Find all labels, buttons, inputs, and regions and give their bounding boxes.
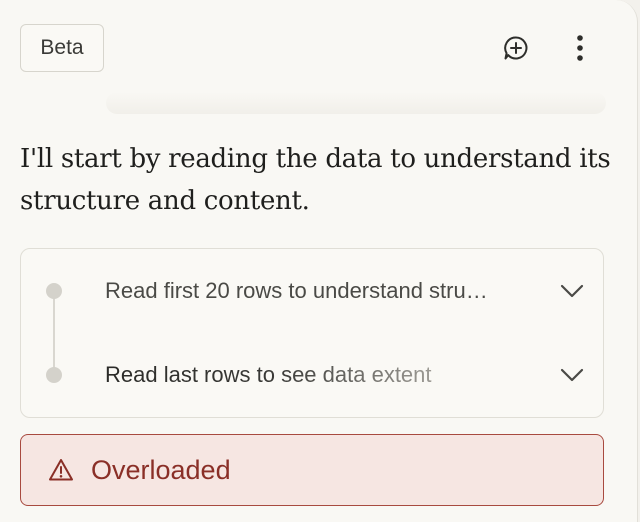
- timeline-line: [53, 293, 55, 375]
- step-label: Read last rows to see data extent: [105, 362, 535, 388]
- beta-badge: Beta: [20, 24, 104, 72]
- timeline-dot: [46, 283, 62, 299]
- timeline-dot: [46, 367, 62, 383]
- chevron-down-icon[interactable]: [559, 279, 585, 303]
- warning-icon: [47, 456, 75, 484]
- step-label: Read first 20 rows to understand stru…: [105, 278, 488, 303]
- new-chat-button[interactable]: [498, 32, 534, 64]
- error-message: Overloaded: [91, 454, 231, 485]
- step-item-read-first-rows[interactable]: Read first 20 rows to understand stru…: [105, 271, 585, 311]
- error-banner: Overloaded: [20, 434, 604, 506]
- chevron-down-icon[interactable]: [559, 363, 585, 387]
- chat-panel: Beta I'll start by reading the data to u…: [0, 0, 638, 522]
- step-item-read-last-rows[interactable]: Read last rows to see data extent: [105, 355, 585, 395]
- scroll-fade: [106, 92, 606, 114]
- more-vertical-icon: [577, 35, 583, 61]
- message-plus-icon: [504, 36, 528, 60]
- more-options-button[interactable]: [566, 32, 594, 64]
- assistant-message: I'll start by reading the data to unders…: [20, 144, 611, 216]
- panel-header: Beta: [0, 0, 638, 96]
- steps-card: Read first 20 rows to understand stru… R…: [20, 248, 604, 418]
